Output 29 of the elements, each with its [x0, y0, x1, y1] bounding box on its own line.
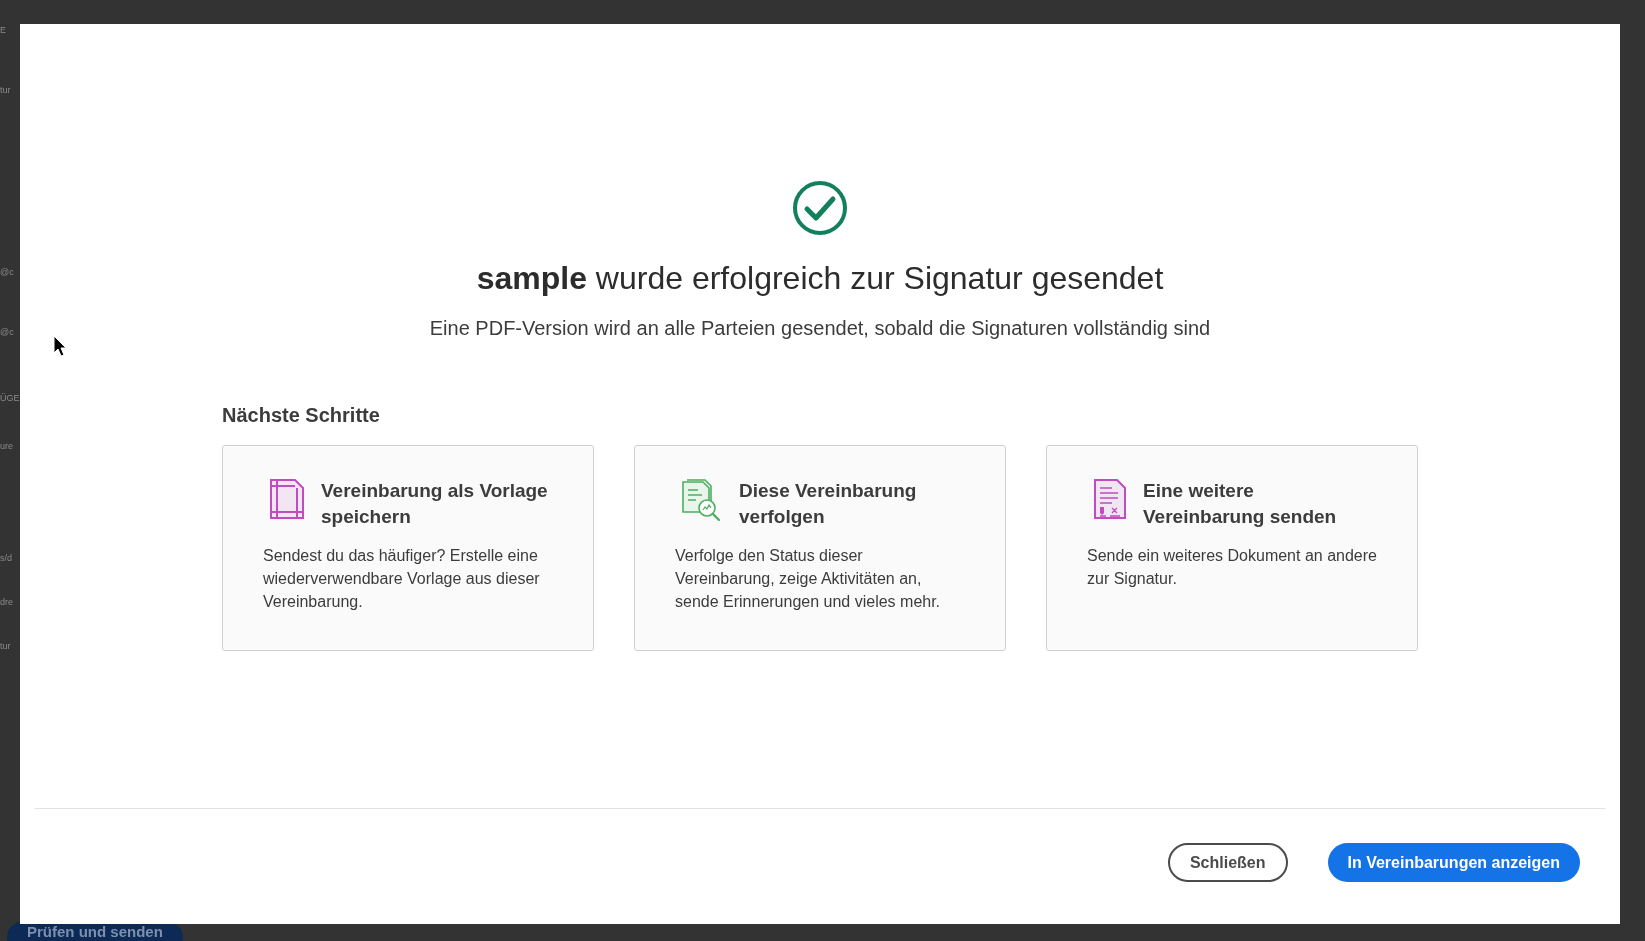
card-description: Sende ein weiteres Dokument an andere zur Signatur. — [1087, 546, 1377, 589]
next-step-card[interactable]: Eine weitere Vereinbarung senden Sende ein weiteres Dokument an andere zur Signatur. — [1046, 445, 1418, 651]
signature-document-icon — [1093, 478, 1127, 520]
card-description: Verfolge den Status dieser Vereinbarung, zeige Aktivitäten an, sende Erinnerungen und vieles mehr. — [675, 546, 942, 612]
background-text: ÜGE — [0, 392, 20, 404]
background-text: dre — [0, 596, 14, 608]
view-agreements-button[interactable]: In Vereinbarungen anzeigen — [1327, 843, 1580, 882]
background-text: E — [0, 24, 7, 36]
background-text: tur — [0, 640, 12, 652]
card-title: Eine weitere Vereinbarung senden — [1143, 479, 1338, 529]
template-icon — [269, 478, 305, 520]
card-description: Sendest du das häufiger? Erstelle eine wiederverwendbare Vorlage aus dieser Vereinbarung. — [263, 546, 541, 612]
background-text: s/d — [0, 552, 13, 564]
document-magnifier-icon — [681, 478, 723, 522]
card-title: Vereinbarung als Vorlage speichern — [321, 479, 549, 529]
dialog-subtitle: Eine PDF-Version wird an alle Parteien gesendet, sobald die Signaturen vollständig sind — [429, 316, 1211, 341]
section-heading: Nächste Schritte — [222, 403, 381, 428]
close-button[interactable]: Schließen — [1167, 843, 1288, 882]
review-send-button[interactable]: Prüfen und senden — [7, 922, 183, 941]
background-text: @c — [0, 326, 15, 338]
check-circle-icon — [792, 180, 848, 236]
dialog-title: sample wurde erfolgreich zur Signatur gesendet — [476, 259, 1164, 298]
card-title: Diese Vereinbarung verfolgen — [739, 479, 918, 529]
background-text: @c — [0, 266, 15, 278]
background-text: tur — [0, 84, 12, 96]
mouse-cursor-icon — [53, 335, 67, 357]
background-text: ure — [0, 440, 14, 452]
next-step-card[interactable]: Vereinbarung als Vorlage speichern Sendest du das häufiger? Erstelle eine wiederverwendbare Vorlage aus dieser Vereinbarung. — [222, 445, 594, 651]
next-step-card[interactable]: Diese Vereinbarung verfolgen Verfolge den Status dieser Vereinbarung, zeige Aktivitäten an, sende Erinnerungen und vieles mehr. — [634, 445, 1006, 651]
